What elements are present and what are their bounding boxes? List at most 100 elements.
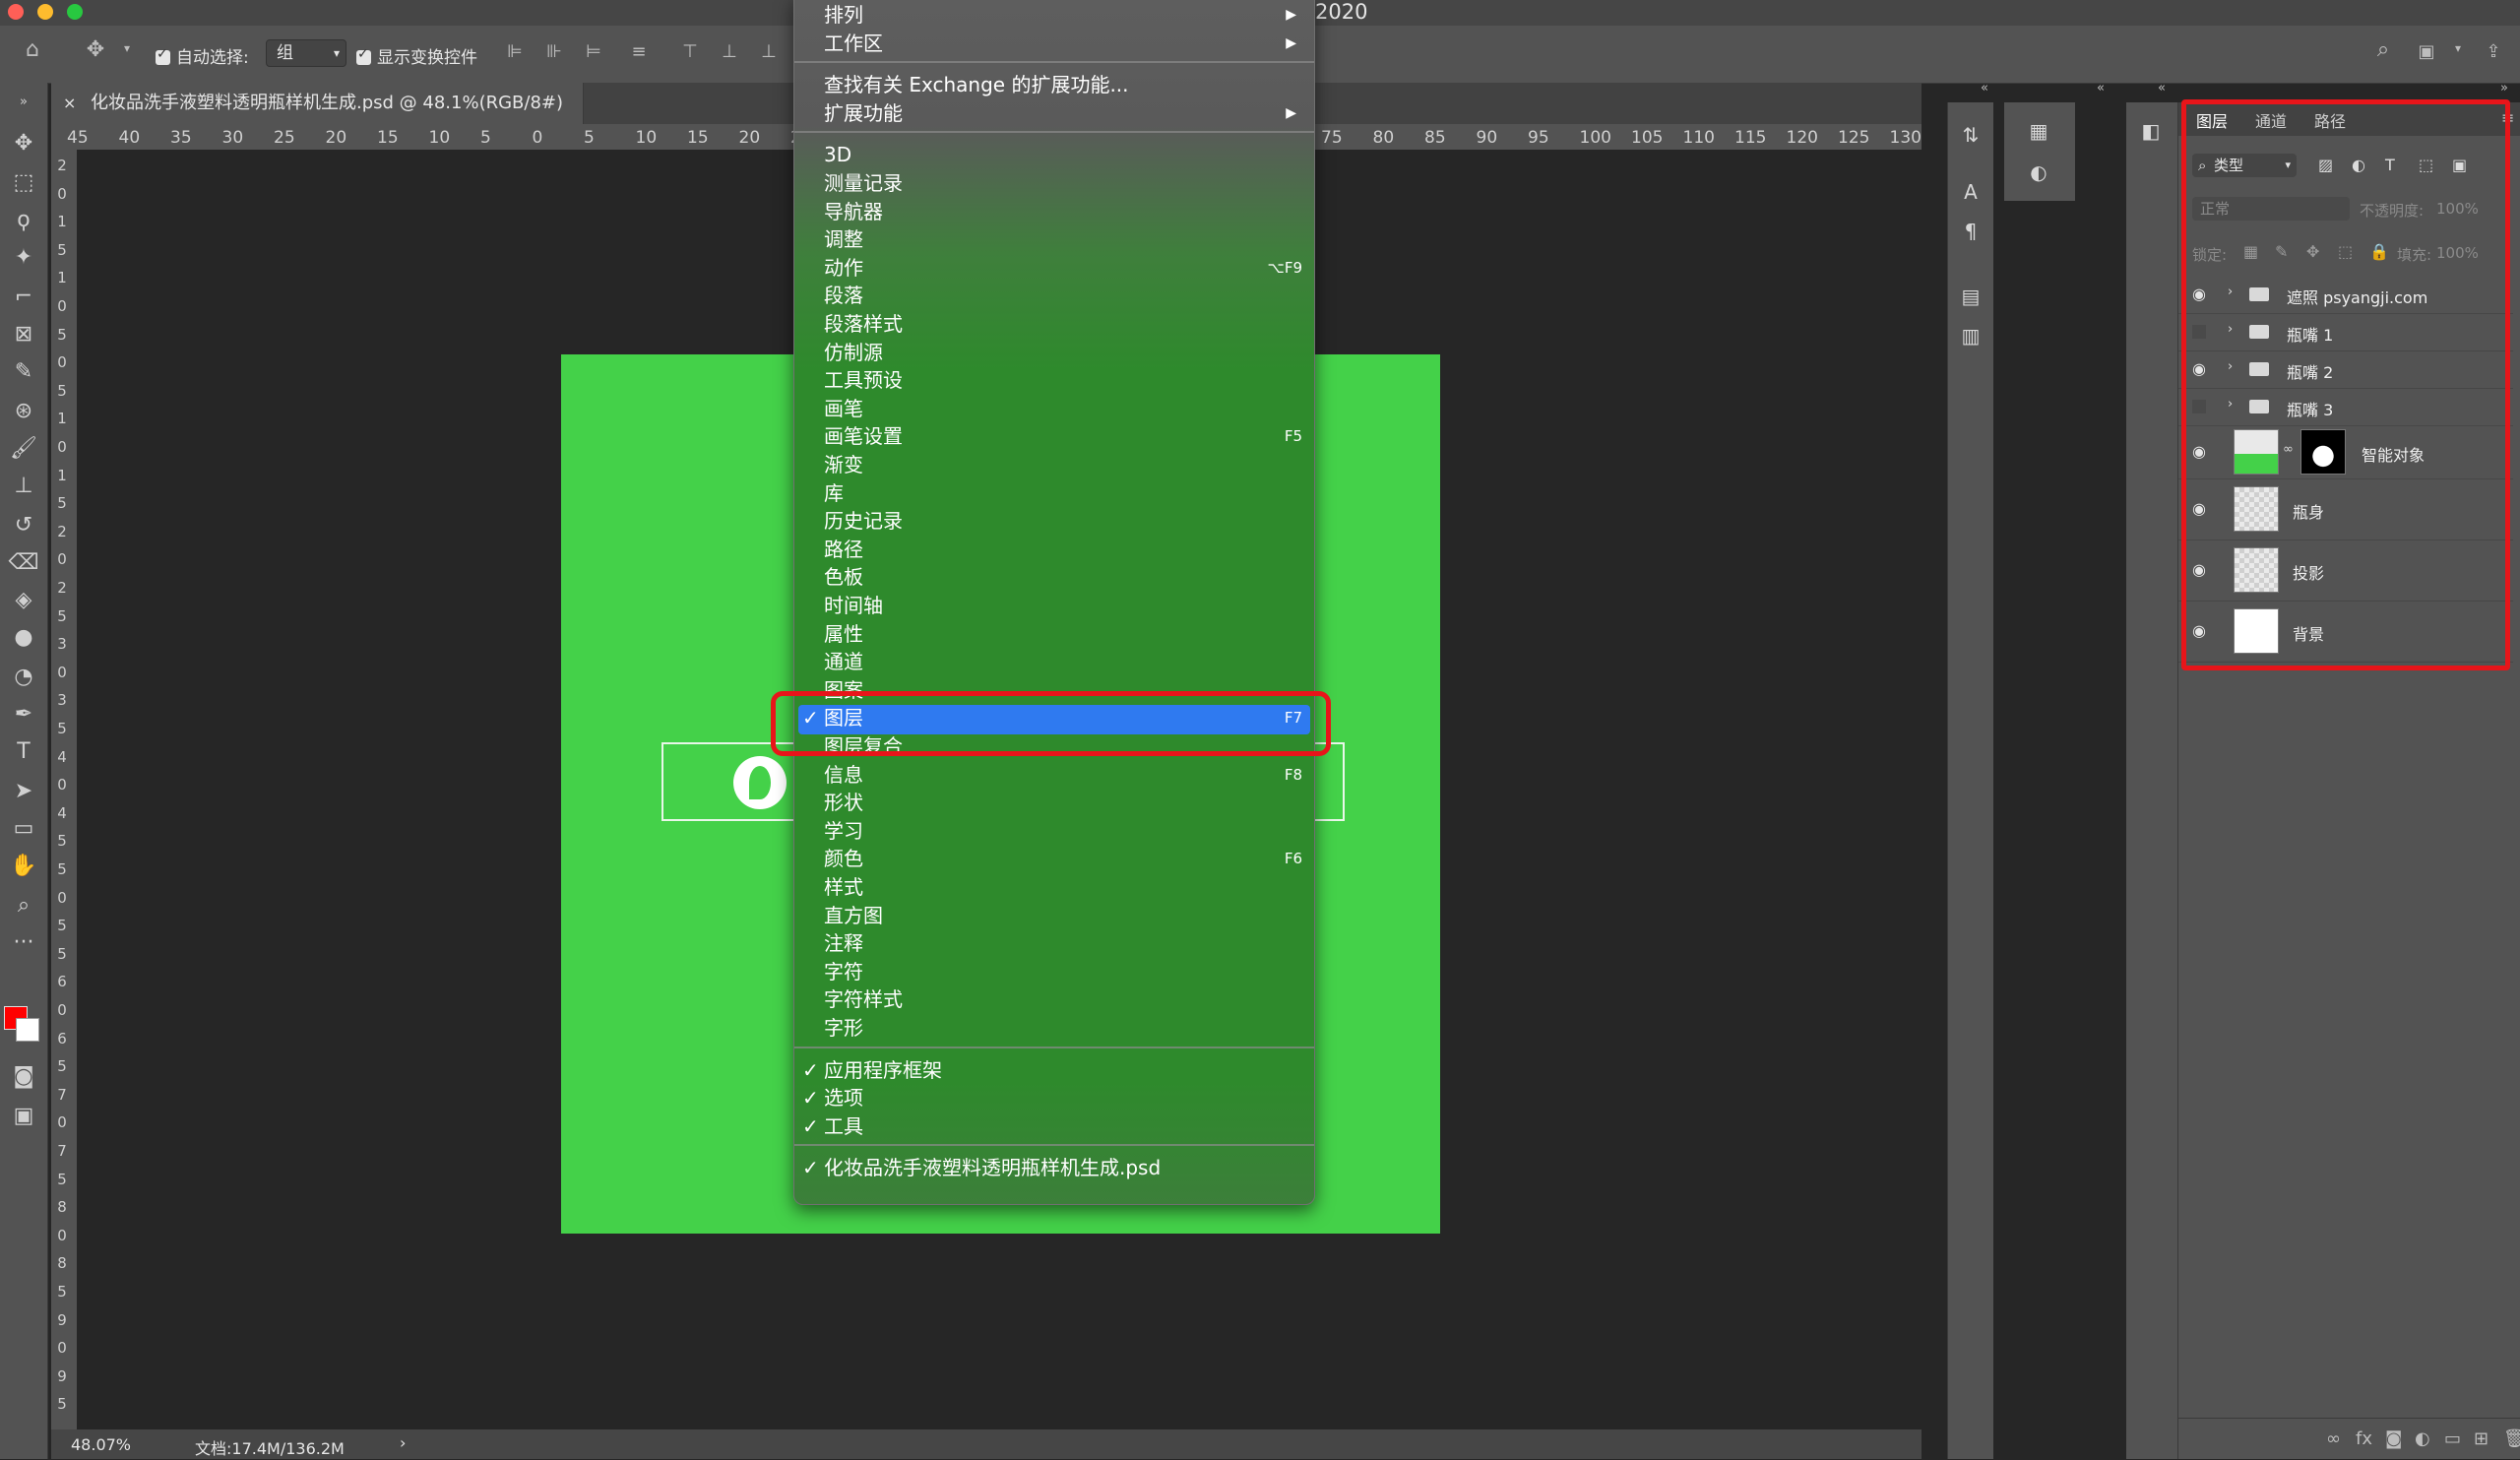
collapse-dock-icon[interactable]: «: [2158, 81, 2166, 95]
menu-item[interactable]: 学习: [794, 817, 1314, 845]
folder-icon[interactable]: ▭: [2444, 1428, 2461, 1449]
menu-item[interactable]: 样式: [794, 873, 1314, 901]
new-layer-icon[interactable]: ⊞: [2474, 1428, 2488, 1449]
background-color-swatch[interactable]: [16, 1018, 39, 1042]
move-tool-icon[interactable]: ✥: [8, 128, 39, 159]
zoom-tool-icon[interactable]: ⌕: [8, 890, 39, 921]
shape-tool-icon[interactable]: ▭: [8, 813, 39, 845]
magic-wand-icon[interactable]: ✦: [8, 242, 39, 274]
trash-icon[interactable]: 🗑: [2503, 1428, 2520, 1449]
libraries-panel-icon[interactable]: ▤: [1956, 282, 1985, 311]
collapse-dock-icon[interactable]: «: [2097, 81, 2105, 95]
eraser-tool-icon[interactable]: ⌫: [8, 547, 39, 579]
panel-toggle-icon[interactable]: ◧: [2136, 116, 2166, 146]
collapse-icon[interactable]: »: [8, 87, 39, 118]
menu-item[interactable]: ✓ 化妆品洗手液塑料透明瓶样机生成.psd: [794, 1154, 1314, 1181]
marquee-tool-icon[interactable]: ⬚: [8, 167, 39, 199]
workspace-icon[interactable]: ▣: [2416, 41, 2437, 62]
screen-mode-icon[interactable]: ▣: [8, 1101, 39, 1132]
chevron-down-icon[interactable]: ▾: [2447, 41, 2469, 61]
brush-tool-icon[interactable]: 🖌: [8, 433, 39, 465]
menu-item[interactable]: 信息 F8: [794, 761, 1314, 789]
menu-item[interactable]: 库: [794, 479, 1314, 507]
distribute-icon[interactable]: ≡: [628, 41, 650, 62]
history-brush-icon[interactable]: ↺: [8, 510, 39, 541]
properties-panel-icon[interactable]: ▦: [2024, 116, 2053, 146]
blur-tool-icon[interactable]: ●: [8, 622, 39, 654]
menu-item[interactable]: 字符样式: [794, 985, 1314, 1013]
pen-tool-icon[interactable]: ✒: [8, 699, 39, 730]
type-tool-icon[interactable]: T: [8, 736, 39, 768]
menu-item[interactable]: ✓ 应用程序框架: [794, 1056, 1314, 1084]
menu-item[interactable]: 形状: [794, 789, 1314, 816]
menu-item[interactable]: 颜色 F6: [794, 845, 1314, 872]
move-tool-icon[interactable]: ✥: [85, 37, 106, 62]
close-window-button[interactable]: [8, 4, 24, 20]
menu-item[interactable]: 段落样式: [794, 310, 1314, 338]
path-select-icon[interactable]: ➤: [8, 776, 39, 807]
document-tab[interactable]: × 化妆品洗手液塑料透明瓶样机生成.psd @ 48.1%(RGB/8#): [51, 83, 584, 124]
menu-item[interactable]: 测量记录: [794, 169, 1314, 197]
menu-item[interactable]: 工作区 ▶: [794, 30, 1314, 57]
align-left-icon[interactable]: ⊫: [504, 41, 526, 62]
menu-item[interactable]: 历史记录: [794, 507, 1314, 535]
menu-item[interactable]: ✓ 工具: [794, 1112, 1314, 1140]
align-right-icon[interactable]: ⊨: [583, 41, 604, 62]
show-transform-checkbox[interactable]: 显示变换控件: [356, 43, 477, 68]
menu-item[interactable]: 直方图: [794, 902, 1314, 929]
fx-icon[interactable]: fx: [2356, 1428, 2372, 1449]
menu-item[interactable]: 工具预设: [794, 366, 1314, 394]
collapse-dock-icon[interactable]: »: [2500, 81, 2508, 95]
paint-bucket-icon[interactable]: ◈: [8, 585, 39, 616]
menu-item[interactable]: 路径: [794, 536, 1314, 563]
menu-item[interactable]: 动作 ⌥F9: [794, 254, 1314, 282]
home-icon[interactable]: ⌂: [22, 37, 43, 62]
quick-mask-icon[interactable]: ◙: [8, 1061, 39, 1093]
paragraph-panel-icon[interactable]: ¶: [1956, 217, 1985, 246]
status-arrow-icon[interactable]: ›: [400, 1433, 406, 1452]
menu-item[interactable]: 通道: [794, 648, 1314, 675]
menu-item[interactable]: 调整: [794, 225, 1314, 253]
menu-item[interactable]: 时间轴: [794, 592, 1314, 619]
history-panel-icon[interactable]: ⇅: [1956, 120, 1985, 150]
healing-brush-icon[interactable]: ⊛: [8, 396, 39, 427]
menu-item[interactable]: 渐变: [794, 451, 1314, 478]
menu-item[interactable]: 3D: [794, 141, 1314, 168]
minimize-window-button[interactable]: [37, 4, 53, 20]
menu-item[interactable]: 字形: [794, 1014, 1314, 1042]
stamp-tool-icon[interactable]: ⊥: [8, 471, 39, 502]
auto-select-checkbox[interactable]: 自动选择:: [156, 43, 249, 68]
eyedropper-icon[interactable]: ✎: [8, 356, 39, 388]
close-tab-icon[interactable]: ×: [63, 83, 76, 124]
menu-item[interactable]: 画笔设置 F5: [794, 422, 1314, 450]
more-tools-icon[interactable]: ···: [8, 927, 39, 959]
menu-item[interactable]: ✓ 选项: [794, 1084, 1314, 1111]
auto-select-dropdown[interactable]: 组 ▾: [266, 39, 346, 67]
menu-item[interactable]: 仿制源: [794, 339, 1314, 366]
link-icon[interactable]: ∞: [2326, 1428, 2341, 1449]
hand-tool-icon[interactable]: ✋: [8, 851, 39, 882]
document-size-readout[interactable]: 文档:17.4M/136.2M: [195, 1435, 345, 1459]
menu-item[interactable]: 排列 ▶: [794, 1, 1314, 29]
menu-item[interactable]: 字符: [794, 958, 1314, 985]
zoom-readout[interactable]: 48.07%: [71, 1435, 131, 1454]
mask-icon[interactable]: ◙: [2385, 1428, 2402, 1449]
menu-item[interactable]: 注释: [794, 929, 1314, 957]
crop-tool-icon[interactable]: ⌐: [8, 282, 39, 313]
character-panel-icon[interactable]: A: [1956, 177, 1985, 207]
search-icon[interactable]: ⌕: [2372, 37, 2394, 62]
align-center-icon[interactable]: ⊪: [543, 41, 565, 62]
menu-item[interactable]: 查找有关 Exchange 的扩展功能...: [794, 71, 1314, 98]
menu-item[interactable]: 属性: [794, 620, 1314, 648]
lasso-tool-icon[interactable]: ϙ: [8, 205, 39, 236]
menu-item[interactable]: 段落: [794, 282, 1314, 309]
adjustment-icon[interactable]: ◐: [2415, 1428, 2430, 1449]
adjustments-panel-icon[interactable]: ◐: [2024, 158, 2053, 187]
vertical-ruler[interactable]: 2015105051015202530354045505560657075808…: [51, 150, 78, 1429]
menu-item[interactable]: 扩展功能 ▶: [794, 99, 1314, 127]
menu-item[interactable]: 导航器: [794, 198, 1314, 225]
menu-item[interactable]: 画笔: [794, 395, 1314, 422]
dodge-tool-icon[interactable]: ◔: [8, 662, 39, 693]
align-top-icon[interactable]: ⊤: [679, 41, 701, 62]
frame-tool-icon[interactable]: ⊠: [8, 319, 39, 350]
